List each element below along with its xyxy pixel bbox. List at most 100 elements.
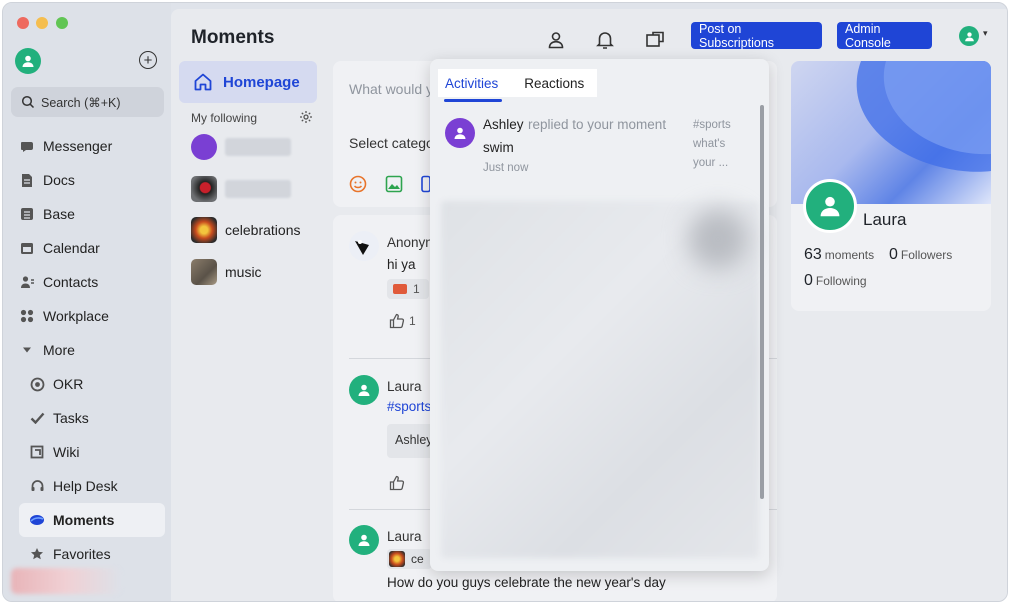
base-icon — [19, 206, 35, 222]
followers-label: Followers — [900, 248, 953, 262]
image-icon[interactable] — [385, 175, 403, 198]
profile-card: Laura 63 moments 0 Followers 0 Following — [791, 61, 991, 311]
tab-activities[interactable]: Activities — [438, 69, 505, 97]
homepage-label: Homepage — [223, 73, 300, 91]
workplace-icon — [19, 308, 35, 324]
moments-stat[interactable]: 63 moments — [804, 246, 874, 264]
snippet-line: your ... — [693, 157, 729, 169]
post-text: hi ya — [387, 257, 416, 272]
sidebar-item-calendar[interactable]: Calendar — [3, 231, 171, 265]
maximize-window-button[interactable] — [56, 17, 68, 29]
caret-down-icon — [19, 342, 35, 358]
category-select[interactable]: Select catego — [349, 135, 434, 151]
chevron-down-icon[interactable]: ▾ — [983, 28, 988, 39]
sidebar-item-okr[interactable]: OKR — [3, 367, 171, 401]
like-button[interactable] — [389, 475, 405, 496]
activity-time: Just now — [483, 162, 529, 174]
avatar — [349, 525, 379, 555]
emoji-icon[interactable] — [349, 175, 367, 198]
search-icon — [21, 95, 35, 109]
following-item-music[interactable]: music — [191, 258, 262, 286]
blurred-profile-item[interactable] — [11, 568, 121, 594]
profile-name: Laura — [863, 210, 907, 229]
thumbs-up-icon — [389, 475, 405, 491]
admin-console-button[interactable]: Admin Console — [837, 22, 932, 50]
activity-text[interactable]: swim — [483, 140, 514, 155]
blurred-thumbnail — [688, 209, 748, 269]
sidebar-nav: Messenger Docs Base Calendar Contacts Wo… — [3, 129, 171, 571]
wiki-icon — [29, 444, 45, 460]
sidebar-item-moments[interactable]: Moments — [19, 503, 165, 537]
sidebar-item-label: Docs — [43, 172, 75, 188]
profile-avatar[interactable] — [803, 179, 857, 233]
user-avatar[interactable] — [15, 48, 41, 74]
profile-icon[interactable] — [545, 29, 567, 51]
sidebar-item-favorites[interactable]: Favorites — [3, 537, 171, 571]
followers-stat[interactable]: 0 Followers — [889, 246, 952, 264]
sidebar-item-label: OKR — [53, 376, 84, 392]
reaction-chip[interactable]: 1 — [387, 279, 429, 299]
activity-avatar[interactable] — [445, 118, 475, 148]
post-hashtag[interactable]: #sports — [387, 399, 431, 414]
sidebar-item-label: Help Desk — [53, 478, 118, 494]
subscriptions-icon[interactable] — [644, 29, 666, 51]
sidebar-item-tasks[interactable]: Tasks — [3, 401, 171, 435]
calendar-icon — [19, 240, 35, 256]
notification-tabs: Activities Reactions — [438, 69, 597, 97]
my-following-label: My following — [191, 111, 258, 125]
anonymous-avatar — [349, 231, 379, 261]
post-author[interactable]: Anonyn — [387, 235, 433, 250]
tab-reactions[interactable]: Reactions — [517, 69, 591, 97]
sidebar-item-label: Wiki — [53, 444, 80, 460]
like-count: 1 — [409, 314, 416, 328]
sidebar-item-messenger[interactable]: Messenger — [3, 129, 171, 163]
avatar — [191, 259, 217, 285]
active-tab-indicator — [444, 99, 502, 102]
sidebar-item-help-desk[interactable]: Help Desk — [3, 469, 171, 503]
post-author[interactable]: Laura — [387, 379, 422, 394]
search-box[interactable]: Search (⌘+K) — [11, 87, 164, 117]
bell-icon[interactable] — [594, 29, 616, 51]
avatar — [191, 176, 217, 202]
account-avatar[interactable] — [959, 26, 979, 46]
post-author[interactable]: Laura — [387, 529, 422, 544]
sidebar-item-label: Messenger — [43, 138, 113, 154]
avatar — [191, 217, 217, 243]
dropdown-scrollbar[interactable] — [760, 105, 764, 499]
celebrations-thumb — [389, 551, 405, 567]
homepage-nav[interactable]: Homepage — [179, 61, 317, 103]
following-item[interactable] — [191, 175, 291, 203]
moments-label: moments — [824, 248, 875, 262]
activity-snippet[interactable]: #sports what's your ... — [693, 116, 743, 173]
contacts-icon — [19, 274, 35, 290]
app-window: + Search (⌘+K) Messenger Docs Base Calen… — [2, 2, 1008, 602]
sidebar-item-wiki[interactable]: Wiki — [3, 435, 171, 469]
post-on-subscriptions-button[interactable]: Post on Subscriptions — [691, 22, 822, 50]
following-name: celebrations — [225, 222, 301, 238]
following-count: 0 — [804, 272, 813, 289]
topic-name: ce — [411, 552, 424, 566]
gear-icon[interactable] — [299, 110, 313, 129]
tasks-icon — [29, 410, 45, 426]
sidebar-item-workplace[interactable]: Workplace — [3, 299, 171, 333]
activity-user[interactable]: Ashley — [483, 117, 524, 132]
close-window-button[interactable] — [17, 17, 29, 29]
plus-icon: + — [143, 51, 153, 69]
add-button[interactable]: + — [139, 51, 157, 69]
sidebar-item-more[interactable]: More — [3, 333, 171, 367]
following-stat[interactable]: 0 Following — [804, 272, 867, 290]
following-label: Following — [815, 274, 867, 288]
blurred-name — [225, 138, 291, 156]
topic-chip[interactable]: ce — [387, 549, 432, 569]
sidebar-item-docs[interactable]: Docs — [3, 163, 171, 197]
sidebar-item-label: Calendar — [43, 240, 100, 256]
sidebar-item-label: Base — [43, 206, 75, 222]
sidebar-item-base[interactable]: Base — [3, 197, 171, 231]
following-item[interactable] — [191, 133, 291, 161]
like-button[interactable]: 1 — [389, 313, 416, 329]
composer-placeholder[interactable]: What would y — [349, 81, 433, 97]
sidebar-item-contacts[interactable]: Contacts — [3, 265, 171, 299]
following-item-celebrations[interactable]: celebrations — [191, 216, 301, 244]
quoted-author: Ashley — [395, 433, 433, 447]
minimize-window-button[interactable] — [36, 17, 48, 29]
